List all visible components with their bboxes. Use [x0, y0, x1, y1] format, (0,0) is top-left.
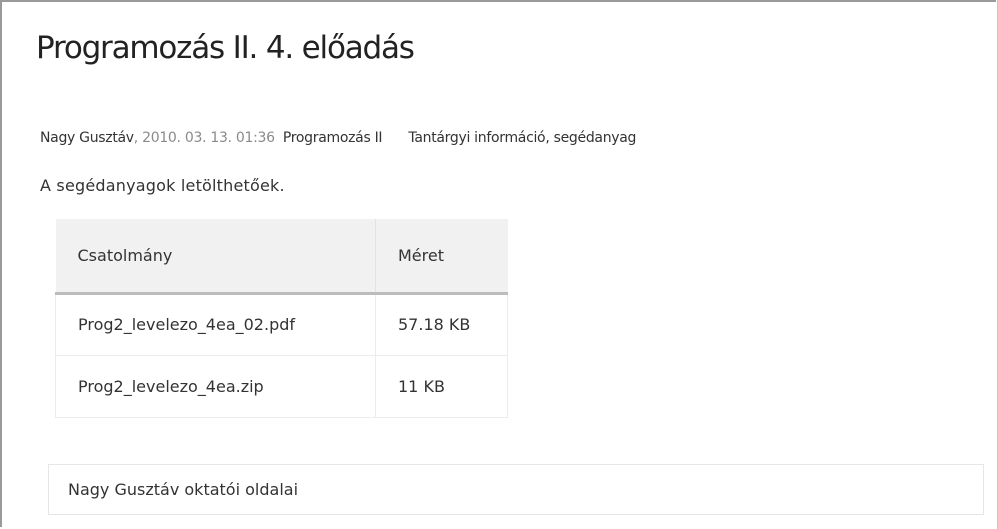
column-header-attachment[interactable]: Csatolmány [55, 219, 376, 295]
post-meta: Nagy Gusztáv, 2010. 03. 13. 01:36 Progra… [40, 130, 636, 146]
post-date: , 2010. 03. 13. 01:36 [133, 130, 275, 146]
tag-link-programozas[interactable]: Programozás II [283, 130, 383, 146]
attachment-link[interactable]: Prog2_levelezo_4ea.zip [55, 355, 376, 418]
author-link[interactable]: Nagy Gusztáv [40, 130, 134, 146]
attachment-link[interactable]: Prog2_levelezo_4ea_02.pdf [55, 293, 376, 356]
attachments-table: Csatolmány Méret Prog2_levelezo_4ea_02.p… [55, 219, 508, 418]
article-body: A segédanyagok letölthetőek. [40, 176, 285, 195]
attachment-size: 11 KB [375, 355, 508, 418]
table-row: Prog2_levelezo_4ea_02.pdf 57.18 KB [55, 293, 508, 356]
footer-link[interactable]: Nagy Gusztáv oktatói oldalai [68, 480, 298, 499]
table-row: Prog2_levelezo_4ea.zip 11 KB [55, 355, 508, 418]
tag-link-tantargyi[interactable]: Tantárgyi információ, segédanyag [408, 130, 636, 146]
post-date-value: 2010. 03. 13. 01:36 [142, 130, 275, 146]
page-title: Programozás II. 4. előadás [36, 30, 415, 66]
table-header-row: Csatolmány Méret [55, 219, 508, 295]
footer-link-box: Nagy Gusztáv oktatói oldalai [48, 464, 984, 515]
column-header-size[interactable]: Méret [375, 219, 508, 295]
attachment-size: 57.18 KB [375, 293, 508, 356]
